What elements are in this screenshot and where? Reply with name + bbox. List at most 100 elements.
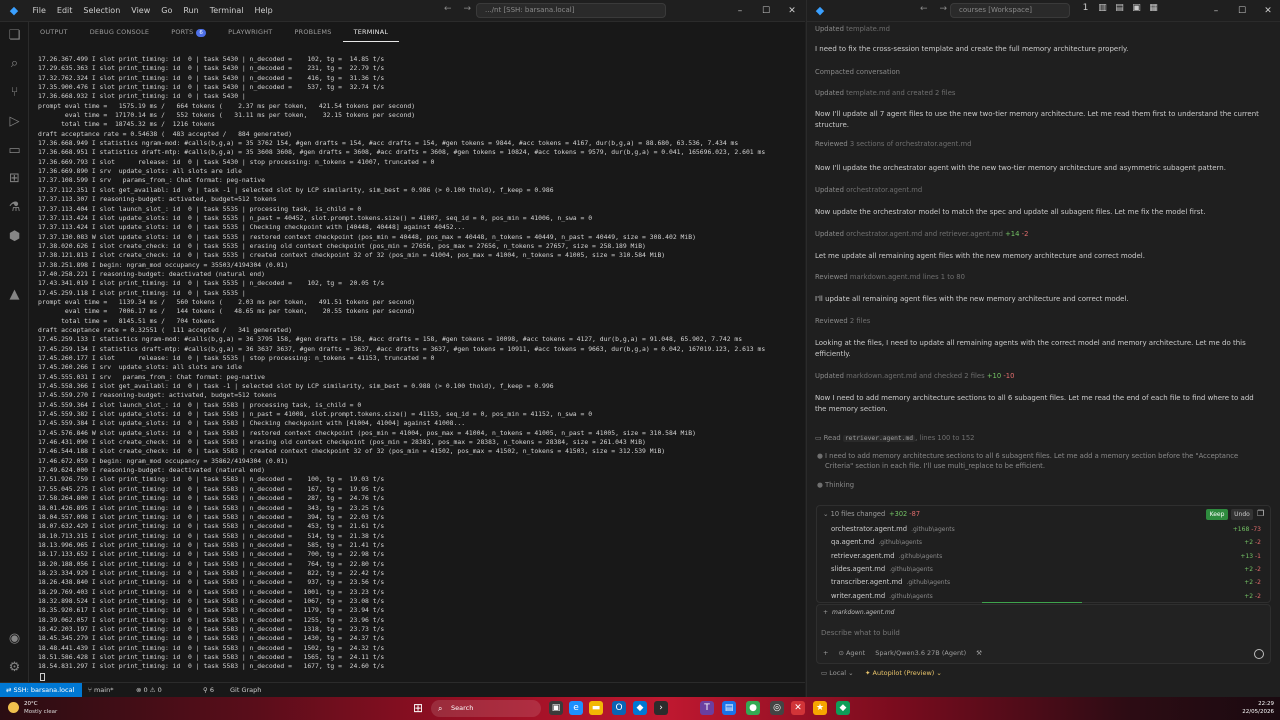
tool-activity[interactable]: Reviewed markdown.agent.md lines 1 to 80 xyxy=(815,272,965,282)
thinking-indicator[interactable]: ● Thinking xyxy=(817,480,1265,490)
ports-indicator[interactable]: ⚲ 6 xyxy=(203,683,214,697)
explorer-icon[interactable]: ❏ xyxy=(6,27,23,44)
outlook-icon[interactable]: O xyxy=(612,701,626,715)
read-activity[interactable]: ▭ Read retriever.agent.md, lines 100 to … xyxy=(815,433,975,444)
tab-problems[interactable]: PROBLEMS xyxy=(283,22,342,42)
changed-file-row[interactable]: qa.agent.md .github\agents +2 -2 xyxy=(831,536,1261,549)
run-debug-icon[interactable]: ▷ xyxy=(6,113,23,130)
chat-input[interactable] xyxy=(821,627,1261,639)
attached-file-chip[interactable]: markdown.agent.md xyxy=(832,609,894,616)
menu-item-run[interactable]: Run xyxy=(178,0,204,22)
extensions-icon[interactable]: ⊞ xyxy=(6,170,23,187)
menu-item-go[interactable]: Go xyxy=(156,0,178,22)
app-green-icon[interactable]: ◆ xyxy=(836,701,850,715)
add-context-icon[interactable]: + xyxy=(823,609,828,616)
task-view-icon[interactable]: ▣ xyxy=(549,701,563,715)
source-control-icon[interactable]: ⑂ xyxy=(6,84,23,101)
back-arrow-icon[interactable]: ← xyxy=(920,4,928,14)
close-icon[interactable]: ✕ xyxy=(779,0,805,22)
taskbar-search[interactable]: ⌕ Search xyxy=(431,700,541,717)
back-arrow-icon[interactable]: ← xyxy=(444,4,452,14)
vscode-taskbar-icon[interactable]: ◆ xyxy=(633,701,647,715)
menu-item-file[interactable]: File xyxy=(27,0,51,22)
tool-activity[interactable]: Updated markdown.agent.md and checked 2 … xyxy=(815,371,1014,381)
tool-activity[interactable]: Reviewed 3 sections of orchestrator.agen… xyxy=(815,139,971,149)
changed-file-row[interactable]: retriever.agent.md .github\agents +13 -1 xyxy=(831,550,1261,563)
tab-ports[interactable]: PORTS 6 xyxy=(160,22,217,42)
changed-file-row[interactable]: slides.agent.md .github\agents +2 -2 xyxy=(831,563,1261,576)
tab-terminal[interactable]: TERMINAL xyxy=(342,22,400,42)
file-explorer-icon[interactable]: ▬ xyxy=(589,701,603,715)
tool-activity[interactable]: Updated orchestrator.agent.md xyxy=(815,185,922,195)
tool-activity[interactable]: Updated template.md xyxy=(815,24,890,34)
gear-icon[interactable]: ⚙ xyxy=(6,659,23,676)
git-graph-button[interactable]: Git Graph xyxy=(230,683,261,697)
close-icon[interactable]: ✕ xyxy=(1255,0,1280,22)
keep-button[interactable]: Keep xyxy=(1206,509,1228,520)
weather-widget[interactable]: 20°C Mostly clear xyxy=(24,700,57,716)
menu-item-help[interactable]: Help xyxy=(249,0,278,22)
tab-playwright[interactable]: PLAYWRIGHT xyxy=(217,22,283,42)
minimize-icon[interactable]: – xyxy=(1203,0,1229,22)
mode-picker[interactable]: ⊙ Agent xyxy=(838,649,865,657)
undo-button[interactable]: Undo xyxy=(1231,509,1253,520)
tab-output[interactable]: OUTPUT xyxy=(29,22,79,42)
edge-icon[interactable]: e xyxy=(569,701,583,715)
minimize-icon[interactable]: – xyxy=(727,0,753,22)
remote-explorer-icon[interactable]: ▭ xyxy=(6,142,23,159)
autopilot-picker[interactable]: ✦ Autopilot (Preview) ⌄ xyxy=(865,669,942,677)
tools-icon[interactable]: ⚒ xyxy=(976,649,982,657)
weather-moon-icon[interactable] xyxy=(8,702,19,713)
app-red-icon[interactable]: ✕ xyxy=(791,701,805,715)
menu-item-terminal[interactable]: Terminal xyxy=(204,0,249,22)
store-icon[interactable]: ▤ xyxy=(722,701,736,715)
tool-activity[interactable]: Updated template.md and created 2 files xyxy=(815,88,955,98)
changed-file-row[interactable]: writer.agent.md .github\agents +2 -2 xyxy=(831,590,1261,603)
model-picker[interactable]: Spark/Qwen3.6 27B (Agent) xyxy=(875,649,966,657)
forward-arrow-icon[interactable]: → xyxy=(940,4,948,14)
windows-start-icon[interactable]: ⊞ xyxy=(411,701,425,715)
send-icon[interactable] xyxy=(1254,649,1264,659)
chrome-icon[interactable]: ● xyxy=(746,701,760,715)
menu-item-selection[interactable]: Selection xyxy=(78,0,126,22)
tool-activity[interactable]: Compacted conversation xyxy=(815,67,900,77)
containers-icon[interactable]: ⬢ xyxy=(6,228,23,245)
problems-indicator[interactable]: ⊗ 0 ⚠ 0 xyxy=(136,683,162,697)
layout-panel-icon[interactable]: ▥ xyxy=(1096,3,1109,13)
testing-icon[interactable]: ⚗ xyxy=(6,199,23,216)
menu-item-edit[interactable]: Edit xyxy=(51,0,78,22)
layout-sidebar-icon[interactable]: ▤ xyxy=(1113,3,1126,13)
read-file-chip[interactable]: retriever.agent.md xyxy=(842,435,916,442)
layout-editor-icon[interactable]: ▣ xyxy=(1130,3,1143,13)
changed-file-row[interactable]: orchestrator.agent.md .github\agents +168 … xyxy=(831,523,1261,536)
maximize-icon[interactable]: ☐ xyxy=(753,0,779,22)
app-yellow-icon[interactable]: ★ xyxy=(813,701,827,715)
command-center[interactable]: .../nt [SSH: barsana.local] xyxy=(476,3,666,18)
chat-transcript[interactable]: Updated template.md I need to fix the cro… xyxy=(815,22,1267,502)
tool-activity[interactable]: Reviewed 2 files xyxy=(815,316,870,326)
changed-files-header[interactable]: ⌄ 10 files changed +302 -87 xyxy=(817,506,1270,523)
teams-icon[interactable]: T xyxy=(700,701,714,715)
tab-debug-console[interactable]: DEBUG CONSOLE xyxy=(79,22,161,42)
app-icon[interactable]: ◎ xyxy=(770,701,784,715)
terminal-taskbar-icon[interactable]: › xyxy=(654,701,668,715)
view-changes-icon[interactable]: ❐ xyxy=(1257,509,1267,520)
azure-icon[interactable]: ▲ xyxy=(6,286,23,303)
clock[interactable]: 22:29 22/05/2026 xyxy=(1238,700,1274,716)
tool-activity[interactable]: Updated orchestrator.agent.md and retrie… xyxy=(815,229,1028,239)
chat-toggle-icon[interactable]: ▦ xyxy=(1147,3,1160,13)
menu-item-view[interactable]: View xyxy=(126,0,156,22)
remote-indicator[interactable]: ⇄ SSH: barsana.local xyxy=(0,683,82,697)
search-icon[interactable]: ⌕ xyxy=(6,55,23,72)
add-icon[interactable]: + xyxy=(823,649,828,657)
terminal-output[interactable]: 17.26.367.499 I slot print_timing: id 0 … xyxy=(38,55,802,683)
account-icon[interactable]: ◉ xyxy=(6,630,23,647)
changed-file-row[interactable]: transcriber.agent.md .github\agents +2 -2 xyxy=(831,576,1261,589)
file-path: .github\agents xyxy=(889,565,933,573)
copilot-badge[interactable]: 1 xyxy=(1079,3,1092,13)
branch-indicator[interactable]: ⑂ main* xyxy=(88,683,113,697)
maximize-icon[interactable]: ☐ xyxy=(1229,0,1255,22)
command-center[interactable]: courses [Workspace] xyxy=(950,3,1070,18)
local-picker[interactable]: ▭ Local ⌄ xyxy=(821,669,854,677)
forward-arrow-icon[interactable]: → xyxy=(464,4,472,14)
